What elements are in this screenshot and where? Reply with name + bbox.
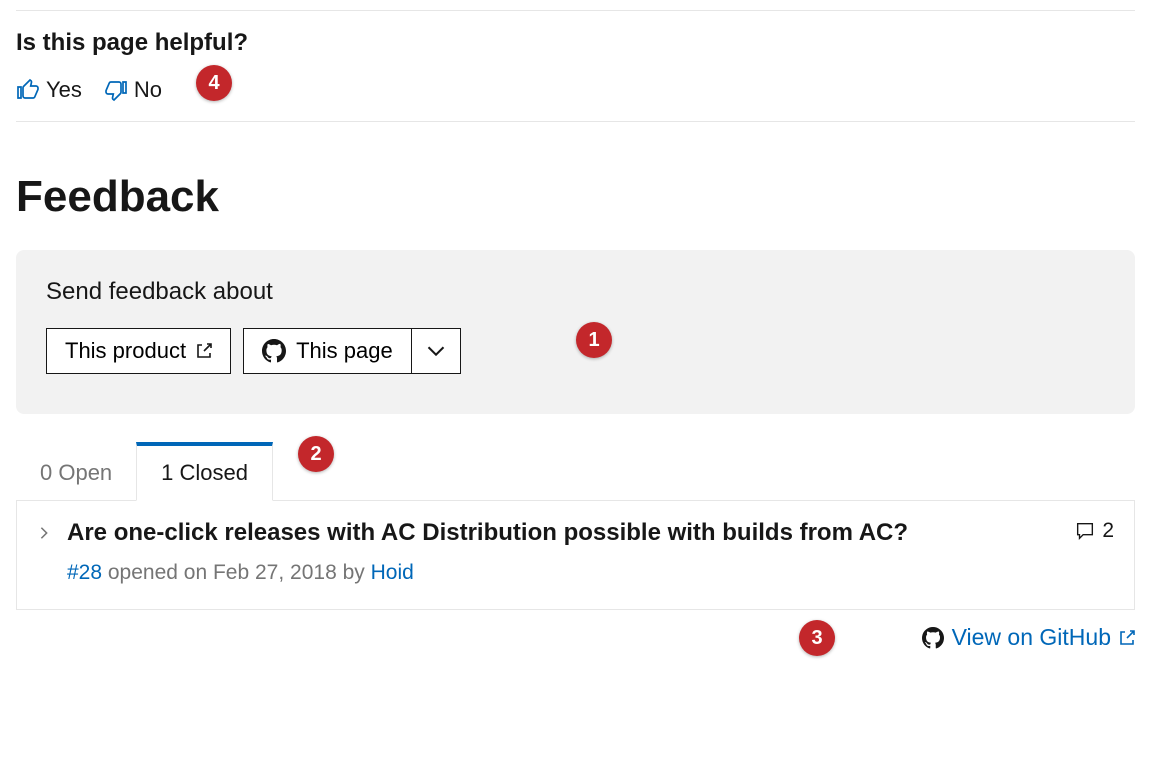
this-product-button[interactable]: This product xyxy=(46,328,231,374)
helpful-buttons-row: Yes No 4 xyxy=(16,77,1135,103)
issue-main: Are one-click releases with AC Distribut… xyxy=(67,519,1058,585)
this-page-label: This page xyxy=(296,338,393,364)
feedback-footer-row: 3 View on GitHub xyxy=(16,624,1135,651)
this-page-button-group: This page xyxy=(243,328,461,374)
feedback-tabs: 0 Open 1 Closed 2 xyxy=(16,442,1135,500)
issue-author-link[interactable]: Hoid xyxy=(371,561,414,584)
thumbs-up-icon xyxy=(16,78,40,102)
annotation-marker-2: 2 xyxy=(298,436,334,472)
view-on-github-label: View on GitHub xyxy=(952,624,1111,651)
feedback-heading: Feedback xyxy=(16,172,1135,222)
view-on-github-link[interactable]: View on GitHub xyxy=(922,624,1135,651)
chevron-right-icon xyxy=(37,523,51,546)
annotation-marker-4: 4 xyxy=(196,65,232,101)
issue-opened-text: opened on Feb 27, 2018 by xyxy=(102,561,371,584)
issue-title: Are one-click releases with AC Distribut… xyxy=(67,519,1058,547)
comment-count-value: 2 xyxy=(1102,519,1114,543)
this-page-dropdown-button[interactable] xyxy=(411,328,461,374)
no-label: No xyxy=(134,77,162,103)
comment-count: 2 xyxy=(1074,519,1114,543)
tab-closed[interactable]: 1 Closed xyxy=(136,442,273,501)
this-page-button[interactable]: This page xyxy=(243,328,411,374)
this-product-label: This product xyxy=(65,338,186,364)
github-icon xyxy=(262,339,286,363)
no-button[interactable]: No xyxy=(104,77,162,103)
helpful-title: Is this page helpful? xyxy=(16,29,1135,57)
yes-label: Yes xyxy=(46,77,82,103)
github-icon xyxy=(922,627,944,649)
send-feedback-box: Send feedback about This product This pa… xyxy=(16,250,1135,414)
tab-open[interactable]: 0 Open xyxy=(16,442,136,500)
is-page-helpful-section: Is this page helpful? Yes No 4 xyxy=(16,11,1135,122)
thumbs-down-icon xyxy=(104,78,128,102)
comment-icon xyxy=(1074,520,1096,542)
yes-button[interactable]: Yes xyxy=(16,77,82,103)
send-feedback-label: Send feedback about xyxy=(46,278,1105,306)
external-link-icon xyxy=(196,343,212,359)
issues-panel: Are one-click releases with AC Distribut… xyxy=(16,500,1135,610)
external-link-icon xyxy=(1119,630,1135,646)
issue-row[interactable]: Are one-click releases with AC Distribut… xyxy=(37,519,1114,585)
issue-meta: #28 opened on Feb 27, 2018 by Hoid xyxy=(67,561,1058,585)
issue-number-link[interactable]: #28 xyxy=(67,561,102,584)
annotation-marker-3: 3 xyxy=(799,620,835,656)
chevron-down-icon xyxy=(426,341,446,361)
feedback-buttons-row: This product This page 1 xyxy=(46,328,1105,374)
annotation-marker-1: 1 xyxy=(576,322,612,358)
